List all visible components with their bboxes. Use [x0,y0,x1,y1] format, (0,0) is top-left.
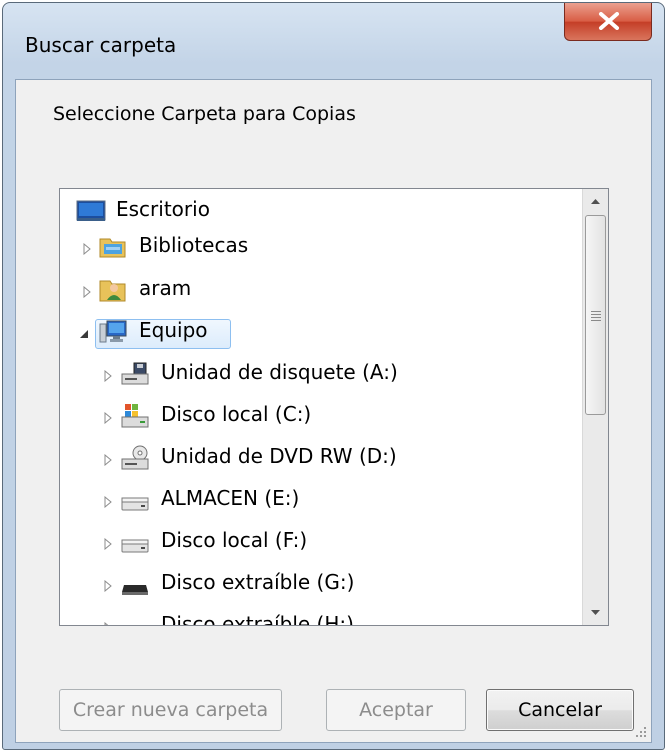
dialog-description: Seleccione Carpeta para Copias [53,103,356,125]
tree-item-disco-extraible-h[interactable]: Disco extraíble (H:) [60,608,584,626]
tree-item-label: Unidad de disquete (A:) [161,360,398,384]
window-title: Buscar carpeta [25,33,177,57]
tree-item-label: Equipo [139,318,208,342]
scroll-up-button[interactable] [583,189,608,215]
arrow-down-icon [591,610,600,615]
close-icon [599,12,619,30]
cancel-button[interactable]: Cancelar [486,689,634,731]
expand-arrow-icon[interactable] [102,577,114,593]
hard-drive-icon [120,486,150,514]
tree-item-aram[interactable]: aram [60,272,584,308]
expand-arrow-icon[interactable] [102,535,114,551]
tree-item-label: Bibliotecas [139,233,249,257]
tree-item-disco-local-f[interactable]: Disco local (F:) [60,524,584,560]
tree-item-label: ALMACEN (E:) [161,486,300,510]
grip-icon [591,311,601,323]
tree-item-unidad-dvd-rw-d[interactable]: Unidad de DVD RW (D:) [60,440,584,476]
scroll-thumb[interactable] [585,215,606,415]
tree-item-escritorio[interactable]: Escritorio [60,193,584,229]
computer-icon [98,318,128,346]
tree-item-bibliotecas[interactable]: Bibliotecas [60,229,584,265]
expand-arrow-icon[interactable] [102,619,114,625]
folder-tree[interactable]: Escritorio Bibliotecas aram Equipo Unida… [59,188,609,626]
title-bar[interactable]: Buscar carpeta [3,3,664,83]
tree-item-label: Escritorio [116,197,210,221]
expand-arrow-icon[interactable] [102,409,114,425]
expand-arrow-icon[interactable] [81,283,93,299]
user-folder-icon [98,276,128,304]
tree-item-almacen-e[interactable]: ALMACEN (E:) [60,482,584,518]
tree-item-label: Unidad de DVD RW (D:) [161,444,397,468]
ok-button[interactable]: Aceptar [326,689,466,731]
tree-item-label: Disco local (F:) [161,528,308,552]
collapse-arrow-icon[interactable] [78,325,90,338]
removable-drive-icon [120,612,150,625]
tree-item-disco-extraible-g[interactable]: Disco extraíble (G:) [60,566,584,602]
expand-arrow-icon[interactable] [102,451,114,467]
libraries-icon [98,233,128,261]
arrow-up-icon [591,199,600,204]
tree-item-disco-local-c[interactable]: Disco local (C:) [60,398,584,434]
tree-item-equipo[interactable]: Equipo [60,314,584,350]
dvd-drive-icon [120,444,150,472]
expand-arrow-icon[interactable] [102,367,114,383]
resize-grip-icon[interactable] [635,726,647,738]
floppy-drive-icon [120,360,150,388]
vertical-scrollbar[interactable] [582,189,608,625]
close-button[interactable] [564,3,652,41]
tree-item-label: Disco extraíble (H:) [161,612,354,626]
desktop-icon [76,197,106,225]
tree-item-label: aram [139,276,192,300]
expand-arrow-icon[interactable] [81,240,93,256]
dialog-client-area: Seleccione Carpeta para Copias Escritori… [15,79,652,743]
tree-item-label: Disco extraíble (G:) [161,570,355,594]
new-folder-button[interactable]: Crear nueva carpeta [59,689,282,731]
scroll-down-button[interactable] [583,599,608,625]
removable-drive-icon [120,570,150,598]
tree-item-unidad-disquete-a[interactable]: Unidad de disquete (A:) [60,356,584,392]
expand-arrow-icon[interactable] [102,493,114,509]
hard-drive-icon [120,528,150,556]
dialog-window: Buscar carpeta Seleccione Carpeta para C… [2,2,665,750]
tree-item-label: Disco local (C:) [161,402,312,426]
system-drive-icon [120,402,150,430]
